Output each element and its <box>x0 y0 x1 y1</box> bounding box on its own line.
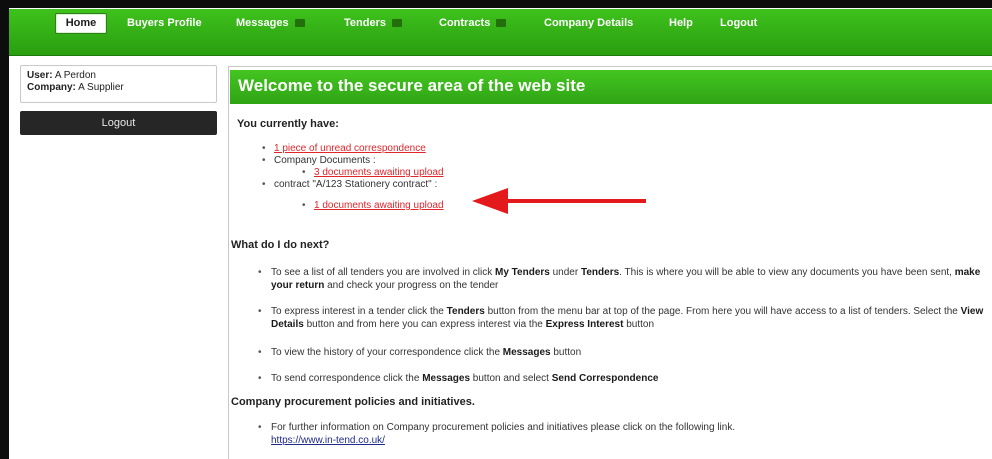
next-step-item: To express interest in a tender click th… <box>271 305 986 331</box>
emphasis: Tenders <box>580 267 620 278</box>
chevron-down-icon <box>391 19 402 27</box>
contract-label: contract "A/123 Stationery contract" : <box>274 179 438 190</box>
window-border-top <box>0 0 992 8</box>
next-step-item: To see a list of all tenders you are inv… <box>271 266 986 292</box>
sidebar-logout-button[interactable]: Logout <box>20 111 217 135</box>
chevron-down-icon <box>496 19 507 27</box>
bullet-icon: • <box>302 167 306 178</box>
red-arrow-icon <box>472 188 646 214</box>
emphasis: Messages <box>502 347 551 358</box>
nav-buyers-profile[interactable]: Buyers Profile <box>127 14 202 32</box>
text: button <box>550 347 582 358</box>
next-step-item: To view the history of your corresponden… <box>271 346 986 359</box>
text: button and from here you can express int… <box>303 319 546 330</box>
bullet-icon: • <box>258 422 262 433</box>
emphasis: My Tenders <box>495 267 550 278</box>
company-docs-awaiting-link[interactable]: 3 documents awaiting upload <box>314 167 444 179</box>
bullet-icon: • <box>258 347 262 358</box>
next-steps-heading: What do I do next? <box>231 239 330 251</box>
bullet-icon: • <box>262 155 266 166</box>
user-value: A Perdon <box>54 70 96 81</box>
text: button and select <box>470 373 552 384</box>
user-info-box: User: A Perdon Company: A Supplier <box>20 65 217 103</box>
policy-item: For further information on Company procu… <box>271 421 986 447</box>
nav-messages-label: Messages <box>236 17 289 29</box>
emphasis: Messages <box>422 373 471 384</box>
bullet-icon: • <box>258 267 262 278</box>
bullet-icon: • <box>302 200 306 211</box>
nav-messages[interactable]: Messages <box>236 14 305 32</box>
next-step-item: To send correspondence click the Message… <box>271 372 986 385</box>
company-line: Company: A Supplier <box>27 82 210 94</box>
chevron-down-icon <box>294 19 305 27</box>
text: under <box>549 267 581 278</box>
nav-home-button[interactable]: Home <box>55 13 107 34</box>
policy-text: For further information on Company procu… <box>271 422 736 433</box>
text: To send correspondence click the <box>271 373 423 384</box>
bullet-icon: • <box>262 143 266 154</box>
nav-help[interactable]: Help <box>669 14 693 32</box>
unread-correspondence-link[interactable]: 1 piece of unread correspondence <box>274 143 426 155</box>
emphasis: Express Interest <box>545 319 624 330</box>
nav-contracts-label: Contracts <box>439 17 491 29</box>
policy-link[interactable]: https://www.in-tend.co.uk/ <box>271 435 385 446</box>
arrow-head <box>472 188 508 214</box>
text: . This is where you will be able to view… <box>619 267 955 278</box>
user-line: User: A Perdon <box>27 70 210 82</box>
window-border-left <box>0 0 9 459</box>
nav-logout[interactable]: Logout <box>720 14 757 32</box>
policy-heading: Company procurement policies and initiat… <box>231 396 475 408</box>
text: To see a list of all tenders you are inv… <box>271 267 495 278</box>
bullet-icon: • <box>262 179 266 190</box>
nav-tenders[interactable]: Tenders <box>344 14 402 32</box>
company-value: A Supplier <box>78 82 124 93</box>
text: To view the history of your corresponden… <box>271 347 503 358</box>
emphasis: Tenders <box>446 306 485 317</box>
company-documents-label: Company Documents : <box>274 155 376 166</box>
text: button <box>623 319 655 330</box>
text: and check your progress on the tender <box>324 280 499 291</box>
nav-company-details[interactable]: Company Details <box>544 14 633 32</box>
you-have-heading: You currently have: <box>237 118 339 130</box>
company-label: Company: <box>27 82 76 93</box>
bullet-icon: • <box>258 306 262 317</box>
emphasis: Send Correspondence <box>551 373 659 384</box>
user-label: User: <box>27 70 53 81</box>
text: button from the menu bar at top of the p… <box>484 306 961 317</box>
page-title: Welcome to the secure area of the web si… <box>238 76 586 95</box>
bullet-icon: • <box>258 373 262 384</box>
contract-docs-awaiting-link[interactable]: 1 documents awaiting upload <box>314 200 444 212</box>
text: To express interest in a tender click th… <box>271 306 447 317</box>
nav-contracts[interactable]: Contracts <box>439 14 507 32</box>
nav-tenders-label: Tenders <box>344 17 386 29</box>
